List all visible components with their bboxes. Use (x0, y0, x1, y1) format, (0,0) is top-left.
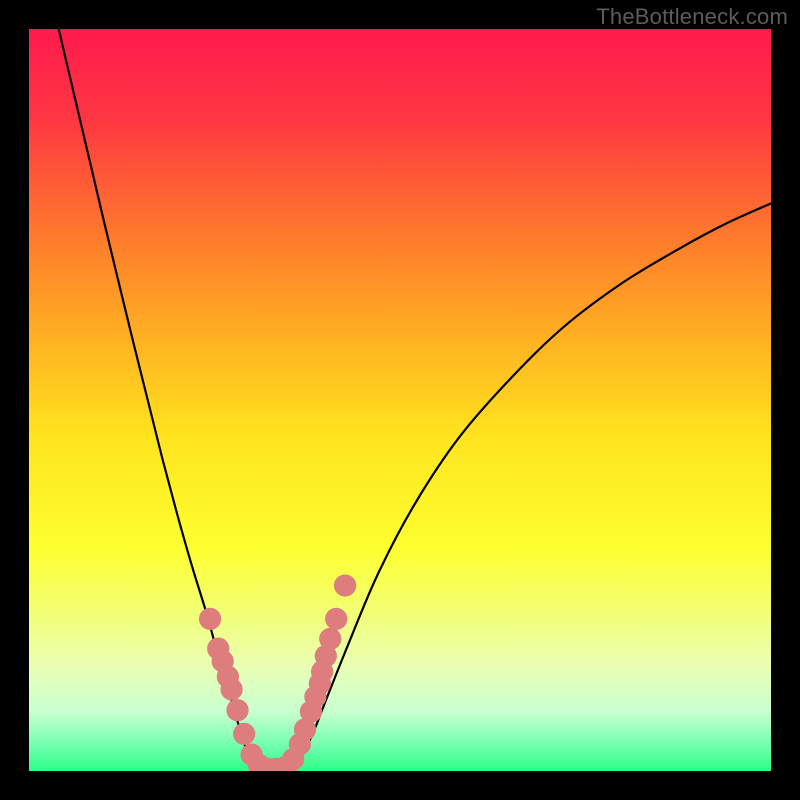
chart-svg (29, 29, 771, 771)
watermark-text: TheBottleneck.com (596, 4, 788, 30)
data-dot (220, 678, 242, 700)
chart-container: TheBottleneck.com (0, 0, 800, 800)
data-dot (199, 608, 221, 630)
gradient-background (29, 29, 771, 771)
data-dot (334, 574, 356, 596)
data-dot (319, 628, 341, 650)
data-dot (226, 699, 248, 721)
data-dot (325, 608, 347, 630)
data-dot (233, 723, 255, 745)
plot-area (29, 29, 771, 771)
